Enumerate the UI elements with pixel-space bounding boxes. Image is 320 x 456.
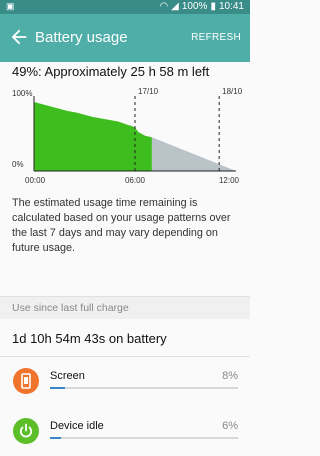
usage-item-device-idle[interactable]: Device idle 6% (0, 416, 250, 456)
date-marker-label: 18/10 (222, 87, 243, 96)
usage-bar-fill (50, 437, 62, 439)
usage-bar-track (50, 437, 238, 439)
usage-item-screen[interactable]: Screen 8% (0, 366, 250, 406)
battery-percent: 100% (181, 1, 208, 12)
power-icon (13, 418, 39, 444)
battery-area (34, 96, 152, 171)
usage-bar-fill (50, 387, 66, 389)
battery-summary: 49%: Approximately 25 h 58 m left (12, 64, 210, 79)
y-tick-label: 0% (12, 160, 24, 169)
usage-item-name: Device idle (50, 420, 104, 432)
usage-item-percent: 6% (222, 420, 238, 432)
battery-chart: 17/10 18/10 100% 0%00:00 06:00 12:00 (12, 87, 243, 184)
usage-item-percent: 8% (222, 370, 238, 382)
projected-area (151, 137, 236, 171)
status-bar: ▣ ◠ ◢ 100% ▮ 10:41 (0, 0, 250, 14)
x-tick-label: 00:00 (25, 176, 46, 184)
usage-bar-track (50, 387, 238, 389)
battery-icon: ▮ (210, 1, 216, 12)
page-title: Battery usage (35, 29, 128, 46)
screen-icon (13, 368, 39, 394)
signal-icon: ◢ (171, 1, 179, 12)
usage-item-name: Screen (50, 370, 85, 382)
screenshot-icon: ▣ (6, 1, 15, 11)
clock: 10:41 (218, 1, 244, 12)
y-tick-label: 100% (12, 89, 32, 98)
x-tick-label: 06:00 (125, 176, 146, 184)
section-label: Use since last full charge (12, 302, 129, 314)
status-icons: ◠ ◢ 100% ▮ 10:41 (159, 1, 244, 12)
back-arrow-icon[interactable] (8, 26, 30, 48)
wifi-icon: ◠ (159, 1, 169, 12)
date-marker-label: 17/10 (138, 87, 159, 96)
divider (0, 356, 250, 357)
app-bar: Battery usage REFRESH (0, 14, 250, 62)
total-on-battery: 1d 10h 54m 43s on battery (12, 331, 167, 346)
section-header: Use since last full charge (0, 297, 250, 319)
x-tick-label: 12:00 (219, 176, 240, 184)
refresh-button[interactable]: REFRESH (191, 32, 241, 43)
estimate-note: The estimated usage time remaining is ca… (12, 197, 231, 254)
